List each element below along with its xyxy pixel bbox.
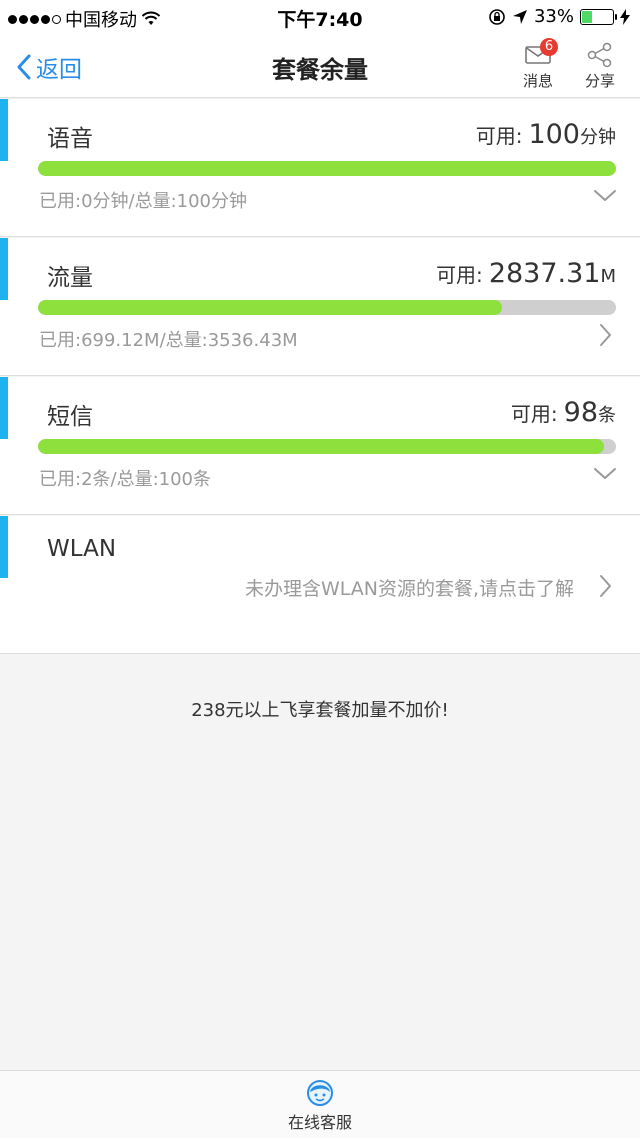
rotation-lock-icon (489, 8, 505, 25)
available-amount: 可用: 100 分钟 (476, 119, 616, 150)
available-label: 可用: (436, 263, 483, 287)
status-right: 33% (488, 6, 630, 27)
usage-progress-bar (38, 161, 616, 176)
package-card-wlan[interactable]: WLAN 未办理含WLAN资源的套餐,请点击了解 (0, 516, 640, 654)
usage-progress-fill (38, 161, 616, 176)
card-accent (0, 99, 8, 161)
messages-label: 消息 (522, 72, 553, 90)
share-label: 分享 (584, 72, 615, 90)
promo-banner-text[interactable]: 238元以上飞享套餐加量不加价! (0, 696, 640, 722)
available-unit: M (600, 266, 616, 287)
card-accent (0, 238, 8, 300)
available-label: 可用: (510, 402, 558, 426)
messages-badge: 6 (540, 38, 558, 56)
usage-detail: 已用:2条/总量:100条 (39, 469, 212, 490)
usage-detail: 已用:0分钟/总量:100分钟 (39, 191, 248, 212)
usage-detail: 已用:699.12M/总量:3536.43M (39, 330, 298, 351)
available-value: 100 (528, 119, 580, 150)
messages-button[interactable]: 6 消息 (512, 38, 564, 91)
chevron-right-icon[interactable] (592, 322, 618, 348)
customer-service-icon (307, 1080, 333, 1106)
battery-percentage: 33% (533, 6, 574, 27)
battery-icon (580, 8, 617, 25)
usage-progress-fill (38, 300, 502, 315)
wlan-description-link[interactable]: 未办理含WLAN资源的套餐,请点击了解 (245, 574, 574, 601)
card-accent (0, 516, 8, 578)
package-card-data[interactable]: 流量 可用: 2837.31 M 已用:699.12M/总量:3536.43M (0, 238, 640, 376)
battery-level (582, 10, 592, 23)
online-service-button[interactable]: 在线客服 (0, 1077, 640, 1133)
available-value: 98 (563, 397, 598, 428)
chevron-right-icon[interactable] (592, 573, 618, 599)
available-unit: 分钟 (580, 127, 616, 148)
package-name: 语音 (47, 126, 93, 152)
package-name: 短信 (47, 404, 93, 430)
available-value: 2837.31 (488, 258, 601, 289)
available-amount: 可用: 98 条 (511, 397, 616, 428)
card-accent (0, 377, 8, 439)
online-service-label: 在线客服 (287, 1113, 352, 1132)
chevron-down-icon[interactable] (592, 461, 618, 487)
package-name: 流量 (47, 265, 93, 291)
chevron-down-icon[interactable] (592, 183, 618, 209)
package-card-voice[interactable]: 语音 可用: 100 分钟 已用:0分钟/总量:100分钟 (0, 99, 640, 237)
bottom-bar: 在线客服 (0, 1070, 640, 1138)
location-arrow-icon (512, 9, 527, 24)
usage-progress-fill (38, 439, 605, 454)
available-label: 可用: (475, 124, 523, 148)
package-name: WLAN (47, 536, 117, 562)
status-bar: 中国移动 下午7:40 33% (0, 0, 640, 34)
available-amount: 可用: 2837.31 M (436, 258, 616, 289)
nav-bar: 返回 套餐余量 6 消息 分享 (0, 34, 640, 98)
share-icon (587, 42, 612, 68)
usage-progress-bar (38, 300, 616, 315)
charging-icon (620, 8, 630, 25)
available-unit: 条 (598, 405, 616, 426)
share-button[interactable]: 分享 (574, 40, 626, 91)
usage-progress-bar (38, 439, 616, 454)
package-card-sms[interactable]: 短信 可用: 98 条 已用:2条/总量:100条 (0, 377, 640, 515)
